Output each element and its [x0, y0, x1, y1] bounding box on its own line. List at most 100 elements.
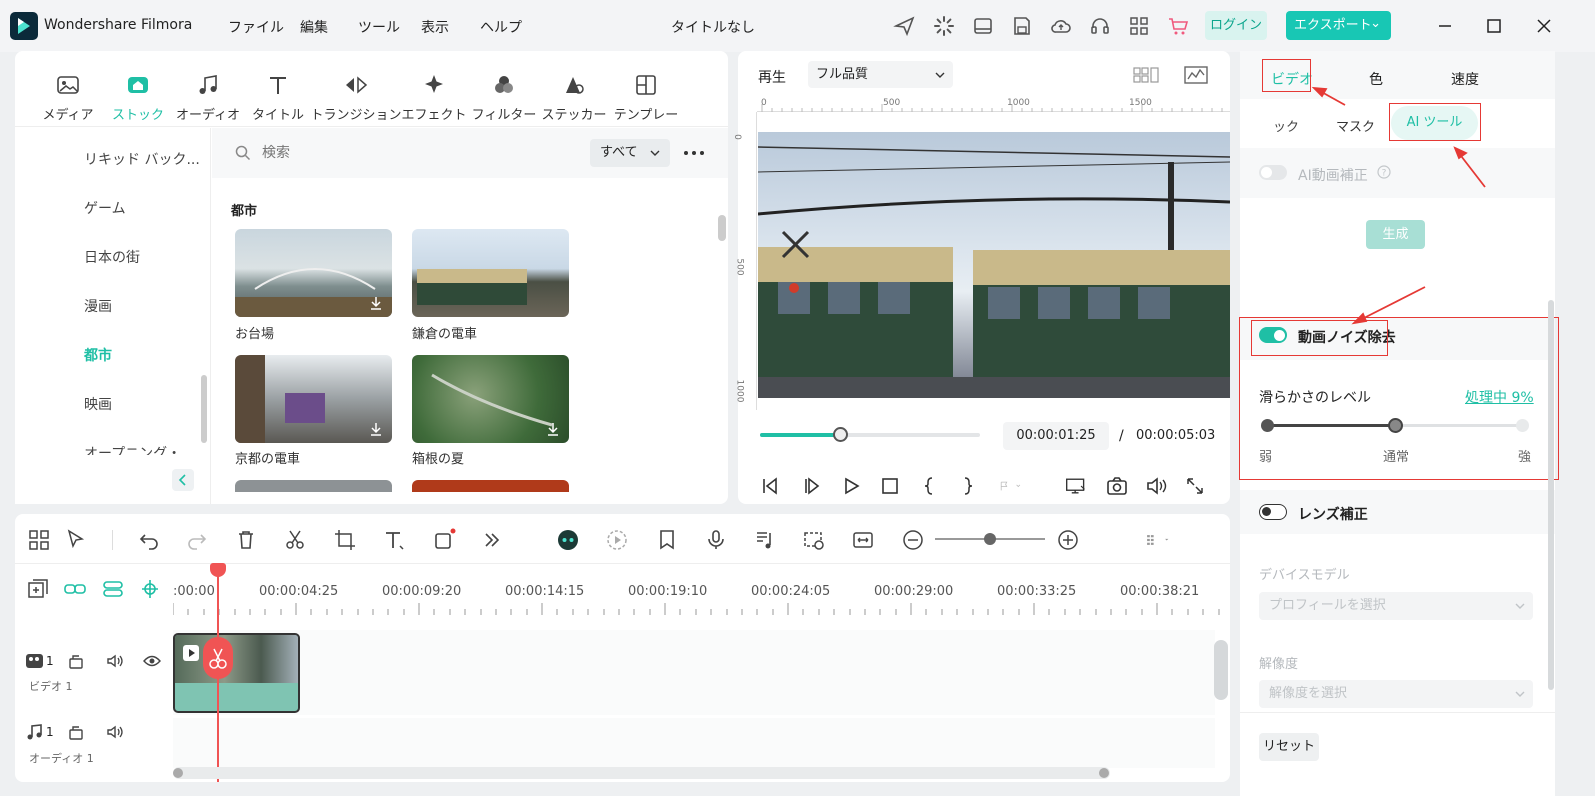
auto-play-icon[interactable]	[605, 528, 629, 552]
export-button[interactable]: エクスポート ⌄	[1286, 11, 1391, 40]
play-icon[interactable]	[840, 475, 862, 497]
download-icon[interactable]	[368, 421, 384, 437]
tab-stock[interactable]: ストック	[102, 72, 174, 123]
menu-view[interactable]: 表示	[421, 17, 449, 37]
menu-file[interactable]: ファイル	[228, 17, 284, 37]
search-input[interactable]	[262, 141, 562, 165]
snapshot-icon[interactable]	[1106, 475, 1128, 497]
layout-switch-icon[interactable]	[27, 528, 51, 552]
microphone-icon[interactable]	[704, 528, 728, 552]
stock-thumb-partial[interactable]	[235, 480, 392, 492]
category-opening[interactable]: オープニング・	[84, 443, 181, 455]
download-icon[interactable]	[368, 295, 384, 311]
stock-scrollbar[interactable]	[718, 215, 726, 241]
mark-out-icon[interactable]	[957, 475, 979, 497]
resolution-select[interactable]: 解像度を選択	[1259, 680, 1533, 708]
mute-icon[interactable]	[106, 652, 124, 670]
loading-icon[interactable]	[932, 14, 956, 38]
tab-sticker[interactable]: ステッカー	[538, 72, 610, 123]
subtab-basic[interactable]: ック	[1273, 116, 1299, 135]
collapse-sidebar-button[interactable]	[172, 469, 194, 491]
stock-thumb-hakone[interactable]	[412, 355, 569, 443]
category-manga[interactable]: 漫画	[84, 296, 112, 316]
close-icon[interactable]	[1532, 14, 1556, 38]
fit-timeline-icon[interactable]	[851, 528, 875, 552]
playback-progress-track[interactable]	[760, 433, 980, 437]
stop-icon[interactable]	[879, 475, 901, 497]
category-city[interactable]: 都市	[84, 345, 112, 365]
eye-icon[interactable]	[143, 652, 161, 670]
audio-note-icon[interactable]	[753, 528, 777, 552]
category-japan-street[interactable]: 日本の街	[84, 247, 140, 267]
reset-button[interactable]: リセット	[1259, 733, 1319, 761]
tab-transition[interactable]: トランジション	[305, 72, 407, 123]
crop-icon[interactable]	[333, 528, 357, 552]
timeline-horizontal-scrollbar[interactable]	[173, 767, 1110, 779]
track-settings-dropdown[interactable]	[1146, 528, 1190, 552]
video-clip[interactable]	[173, 633, 300, 713]
split-scissors-button[interactable]	[203, 637, 233, 679]
menu-tools[interactable]: ツール	[358, 17, 400, 37]
tab-media[interactable]: メディア	[32, 72, 104, 123]
layout-icon[interactable]	[971, 14, 995, 38]
category-movie[interactable]: 映画	[84, 394, 112, 414]
cloud-upload-icon[interactable]	[1049, 14, 1073, 38]
ai-video-fix-toggle[interactable]	[1259, 165, 1287, 180]
mute-icon[interactable]	[106, 723, 124, 741]
tab-audio[interactable]: オーディオ	[172, 72, 244, 123]
headset-icon[interactable]	[1088, 14, 1112, 38]
lock-icon[interactable]	[67, 652, 85, 670]
slider-stop-high[interactable]	[1516, 419, 1529, 432]
cut-icon[interactable]	[283, 528, 307, 552]
undo-icon[interactable]	[137, 528, 161, 552]
filter-dropdown[interactable]: すべて	[590, 139, 670, 167]
shape-icon[interactable]	[432, 528, 456, 552]
stock-thumb-partial[interactable]	[412, 480, 569, 492]
stock-thumb-kamakura[interactable]	[412, 229, 569, 317]
marker-icon[interactable]	[655, 528, 679, 552]
scope-icon[interactable]	[1183, 65, 1209, 85]
timeline-ruler[interactable]	[173, 601, 1230, 615]
scrollbar-handle-left[interactable]	[173, 768, 183, 778]
ai-robot-icon[interactable]	[556, 528, 580, 552]
more-options-icon[interactable]	[682, 145, 706, 161]
send-icon[interactable]	[893, 14, 917, 38]
add-track-icon[interactable]	[27, 578, 49, 600]
cart-icon[interactable]	[1166, 14, 1190, 38]
tab-title[interactable]: タイトル	[242, 72, 314, 123]
scrollbar-handle-right[interactable]	[1099, 768, 1109, 778]
login-button[interactable]: ログイン	[1205, 11, 1267, 40]
text-icon[interactable]	[382, 528, 406, 552]
magnet-icon[interactable]	[101, 578, 125, 600]
menu-edit[interactable]: 編集	[300, 17, 328, 37]
lens-fix-toggle[interactable]	[1259, 504, 1287, 520]
preview-render-icon[interactable]	[802, 528, 826, 552]
audio-track-lane[interactable]	[173, 718, 1215, 768]
slider-stop-low[interactable]	[1261, 419, 1274, 432]
timeline-vertical-scrollbar[interactable]	[1214, 640, 1228, 700]
delete-icon[interactable]	[234, 528, 258, 552]
category-game[interactable]: ゲーム	[84, 198, 126, 218]
grid-icon[interactable]	[1127, 14, 1151, 38]
video-preview[interactable]	[758, 132, 1230, 398]
display-icon[interactable]	[1065, 475, 1091, 497]
prev-frame-icon[interactable]	[760, 475, 782, 497]
smoothness-slider-knob[interactable]	[1387, 418, 1403, 433]
redo-icon[interactable]	[185, 528, 209, 552]
profile-select[interactable]: プロフィールを選択	[1259, 592, 1533, 620]
fullscreen-icon[interactable]	[1184, 475, 1206, 497]
grid-view-icon[interactable]	[1132, 65, 1160, 85]
next-frame-icon[interactable]	[801, 475, 823, 497]
select-tool-icon[interactable]	[65, 528, 89, 552]
zoom-slider-knob[interactable]	[984, 533, 996, 545]
stock-thumb-kyoto[interactable]	[235, 355, 392, 443]
volume-icon[interactable]	[1145, 475, 1167, 497]
lock-icon[interactable]	[67, 723, 85, 741]
marker-dropdown[interactable]	[999, 475, 1039, 497]
category-liquid[interactable]: リキッド バック...	[84, 149, 200, 169]
quality-dropdown[interactable]: フル品質	[808, 61, 953, 88]
maximize-icon[interactable]	[1482, 14, 1506, 38]
save-icon[interactable]	[1010, 14, 1034, 38]
stock-thumb-odaiba[interactable]	[235, 229, 392, 317]
tab-effect[interactable]: エフェクト	[398, 72, 470, 123]
